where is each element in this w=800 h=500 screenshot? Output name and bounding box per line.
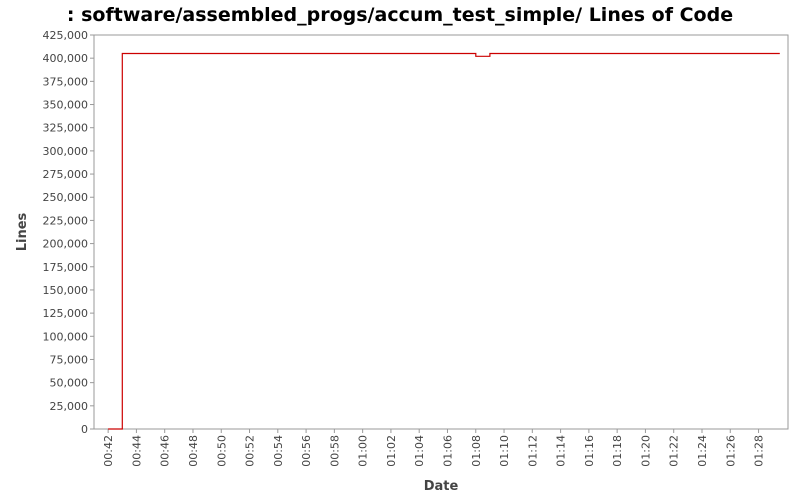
y-tick-label: 300,000 xyxy=(43,145,89,158)
x-axis-label: Date xyxy=(424,479,459,494)
x-tick-label: 00:56 xyxy=(300,435,313,467)
x-tick-label: 01:08 xyxy=(470,435,483,467)
lines-of-code-chart: : software/assembled_progs/accum_test_si… xyxy=(15,4,789,494)
x-tick-label: 00:48 xyxy=(187,435,200,467)
y-tick-label: 375,000 xyxy=(43,75,89,88)
y-tick-label: 325,000 xyxy=(43,122,89,135)
x-tick-label: 00:42 xyxy=(102,435,115,467)
x-tick-label: 01:18 xyxy=(611,435,624,467)
x-tick-label: 00:54 xyxy=(272,435,285,467)
x-tick-label: 01:02 xyxy=(385,435,398,467)
chart-title: : software/assembled_progs/accum_test_si… xyxy=(67,4,733,26)
x-tick-label: 01:06 xyxy=(441,435,454,467)
plot-area xyxy=(93,34,789,430)
x-axis: 00:42 00:44 00:46 00:48 00:50 00:52 00:54 00:56… xyxy=(102,429,766,467)
x-tick-label: 01:20 xyxy=(639,435,652,467)
y-tick-label: 250,000 xyxy=(43,191,89,204)
y-tick-label: 75,000 xyxy=(50,353,89,366)
x-tick-label: 00:46 xyxy=(159,435,172,467)
y-tick-label: 50,000 xyxy=(50,377,89,390)
y-tick-label: 175,000 xyxy=(43,261,89,274)
x-tick-label: 01:14 xyxy=(555,435,568,467)
y-tick-label: 0 xyxy=(81,423,88,436)
y-tick-label: 225,000 xyxy=(43,214,89,227)
y-tick-label: 125,000 xyxy=(43,307,89,320)
y-tick-label: 400,000 xyxy=(43,52,89,65)
y-tick-label: 350,000 xyxy=(43,99,89,112)
x-tick-label: 00:44 xyxy=(130,435,143,467)
x-tick-label: 01:24 xyxy=(696,435,709,467)
y-tick-label: 25,000 xyxy=(50,400,89,413)
x-tick-label: 01:04 xyxy=(413,435,426,467)
y-tick-label: 100,000 xyxy=(43,330,89,343)
x-tick-label: 00:58 xyxy=(328,435,341,467)
x-tick-label: 01:28 xyxy=(753,435,766,467)
x-tick-label: 01:26 xyxy=(724,435,737,467)
y-tick-label: 150,000 xyxy=(43,284,89,297)
y-tick-label: 275,000 xyxy=(43,168,89,181)
x-tick-label: 01:12 xyxy=(526,435,539,467)
x-tick-label: 01:16 xyxy=(583,435,596,467)
y-axis: 0 25,000 50,000 75,000 100,000 125,000 150,000… xyxy=(43,29,94,436)
y-tick-label: 200,000 xyxy=(43,238,89,251)
x-tick-label: 00:52 xyxy=(244,435,257,467)
x-tick-label: 00:50 xyxy=(215,435,228,467)
x-tick-label: 01:00 xyxy=(357,435,370,467)
x-tick-label: 01:10 xyxy=(498,435,511,467)
x-tick-label: 01:22 xyxy=(668,435,681,467)
y-axis-label: Lines xyxy=(15,212,30,251)
y-tick-label: 425,000 xyxy=(43,29,89,42)
